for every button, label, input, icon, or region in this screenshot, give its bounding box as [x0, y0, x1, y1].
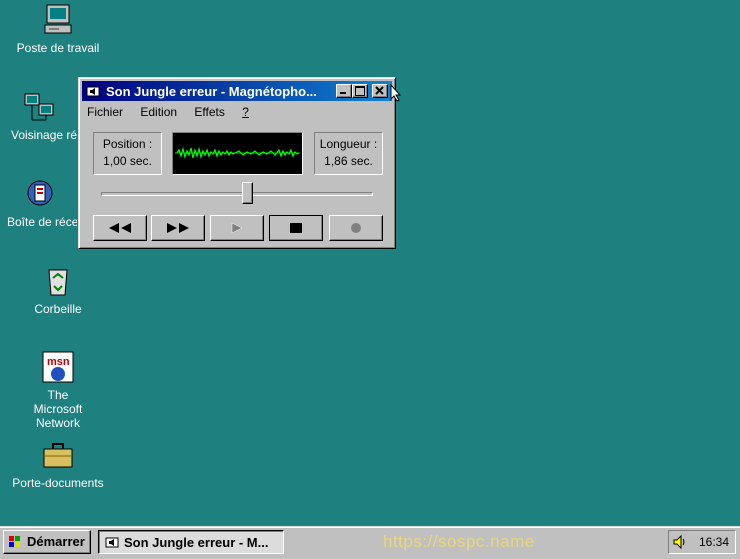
- network-icon: [24, 93, 54, 121]
- desktop-icon-briefcase[interactable]: Porte-documents: [3, 438, 113, 490]
- play-button[interactable]: [210, 215, 264, 241]
- desktop-icon-label: Poste de travail: [16, 41, 100, 55]
- speaker-icon: [86, 86, 100, 97]
- start-label: Démarrer: [27, 534, 85, 549]
- minimize-button[interactable]: [336, 84, 352, 98]
- record-button[interactable]: [329, 215, 383, 241]
- play-icon: [231, 222, 243, 234]
- desktop-icon-label: Voisinage ré: [11, 128, 77, 142]
- minimize-icon: [340, 92, 346, 94]
- desktop-icon-msn[interactable]: msn The Microsoft Network: [3, 350, 113, 430]
- position-display: Position : 1,00 sec.: [93, 132, 162, 175]
- close-button[interactable]: [372, 84, 388, 98]
- seek-to-end-button[interactable]: [151, 215, 205, 241]
- menu-fichier[interactable]: Fichier: [87, 105, 123, 119]
- menu-bar: Fichier Edition Effets ?: [87, 105, 263, 123]
- svg-text:msn: msn: [47, 356, 70, 368]
- mouse-cursor-icon: [390, 84, 402, 102]
- fast-forward-icon: [167, 223, 189, 233]
- inbox-icon: [27, 180, 53, 206]
- maximize-icon: [355, 86, 365, 96]
- msn-icon: msn: [42, 351, 74, 383]
- position-label: Position :: [102, 137, 153, 151]
- window-title: Son Jungle erreur - Magnétopho...: [106, 84, 317, 99]
- sound-recorder-window[interactable]: Son Jungle erreur - Magnétopho... Fichie…: [78, 77, 396, 249]
- stop-button[interactable]: [269, 215, 323, 241]
- taskbar-sound-recorder-button[interactable]: Son Jungle erreur - M...: [98, 530, 284, 554]
- desktop-icon-label: Porte-documents: [12, 476, 104, 490]
- desktop-icon-network[interactable]: Voisinage ré: [3, 90, 77, 142]
- desktop-icon-label: Boîte de réce: [7, 215, 77, 229]
- clock[interactable]: 16:34: [699, 535, 729, 549]
- briefcase-icon: [43, 443, 73, 468]
- waveform-display: [172, 132, 303, 175]
- rewind-icon: [109, 223, 131, 233]
- menu-help[interactable]: ?: [242, 105, 249, 119]
- length-label: Longueur :: [319, 137, 378, 151]
- maximize-button[interactable]: [352, 84, 368, 98]
- windows-logo-icon: [9, 536, 20, 547]
- length-value: 1,86 sec.: [324, 154, 373, 168]
- recycle-bin-icon: [48, 269, 68, 296]
- position-value: 1,00 sec.: [103, 154, 152, 168]
- length-display: Longueur : 1,86 sec.: [314, 132, 383, 175]
- watermark-text: https://sospc.name: [383, 532, 535, 551]
- playback-track[interactable]: [101, 192, 373, 196]
- menu-edition[interactable]: Edition: [140, 105, 177, 119]
- computer-icon: [44, 4, 72, 34]
- stop-icon: [290, 223, 302, 233]
- taskbar-button-label: Son Jungle erreur - M...: [124, 535, 269, 550]
- title-bar[interactable]: Son Jungle erreur - Magnétopho...: [82, 81, 392, 101]
- start-button[interactable]: Démarrer: [3, 530, 91, 554]
- record-icon: [351, 223, 361, 233]
- taskbar: Démarrer Son Jungle erreur - M... https:…: [0, 526, 740, 559]
- volume-icon[interactable]: [672, 534, 688, 550]
- menu-effets[interactable]: Effets: [194, 105, 224, 119]
- close-icon: [375, 86, 384, 95]
- desktop-icon-label: The Microsoft Network: [33, 388, 83, 430]
- system-tray: 16:34: [668, 530, 736, 554]
- desktop-icon-recycle-bin[interactable]: Corbeille: [3, 264, 113, 316]
- desktop-icon-inbox[interactable]: Boîte de réce: [3, 177, 77, 229]
- desktop-icon-my-computer[interactable]: Poste de travail: [3, 3, 113, 55]
- playback-slider-thumb[interactable]: [242, 182, 253, 204]
- desktop-icon-label: Corbeille: [34, 302, 82, 316]
- seek-to-start-button[interactable]: [93, 215, 147, 241]
- speaker-icon: [105, 537, 119, 548]
- waveform: [175, 146, 300, 160]
